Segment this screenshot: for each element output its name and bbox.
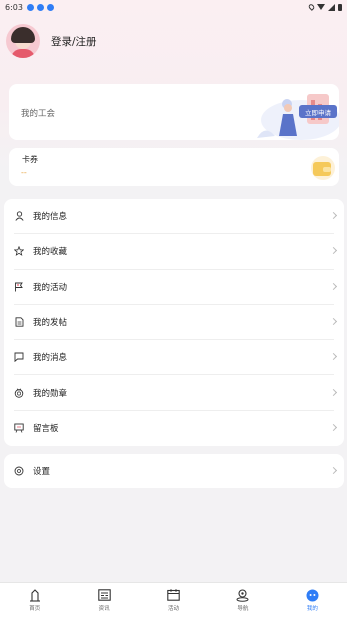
menu-item-label: 我的信息 [33, 212, 68, 223]
chevron-right-icon [329, 282, 338, 290]
settings-icon [14, 466, 24, 476]
medal-icon [14, 388, 24, 398]
menu-item-label: 留言板 [33, 424, 59, 435]
menu-item-favorites[interactable]: 我的收藏 [14, 234, 338, 270]
union-card-title: 我的工会 [21, 109, 56, 119]
chevron-right-icon [329, 212, 338, 220]
flag-icon [14, 282, 24, 292]
chevron-right-icon [329, 247, 338, 255]
notification-icon [26, 3, 34, 11]
tab-mine[interactable]: 我的 [278, 583, 347, 617]
chevron-right-icon [329, 466, 338, 475]
menu-item-message-board[interactable]: 留言板 [14, 411, 338, 446]
message-icon [14, 352, 24, 363]
tab-label: 首页 [29, 606, 41, 612]
profile-header[interactable]: 登录/注册 [6, 24, 97, 58]
notification-icon [36, 3, 44, 11]
location-status-icon [307, 3, 316, 11]
location-icon [236, 588, 250, 602]
board-icon [14, 423, 24, 434]
notification-icon [46, 3, 54, 11]
status-bar: 6:03 [0, 0, 347, 14]
tab-news[interactable]: 资讯 [69, 583, 138, 617]
tab-label: 资讯 [98, 606, 110, 612]
news-icon [97, 588, 111, 602]
menu-item-label: 我的消息 [33, 353, 68, 364]
tab-label: 活动 [168, 606, 180, 612]
union-card[interactable]: 我的工会 立即申请 [9, 84, 339, 140]
menu-item-posts[interactable]: 我的发帖 [14, 305, 338, 341]
profile-icon [305, 588, 319, 602]
tab-label: 我的 [306, 606, 318, 612]
menu-item-activities[interactable]: 我的活动 [14, 270, 338, 305]
chevron-right-icon [329, 353, 338, 361]
apply-now-button[interactable]: 立即申请 [299, 105, 337, 118]
chevron-right-icon [329, 317, 338, 326]
menu-item-label: 我的活动 [33, 282, 68, 293]
signal-icon [328, 3, 335, 11]
star-icon [14, 246, 24, 257]
tab-home[interactable]: 首页 [0, 583, 69, 617]
menu-item-label: 我的勋章 [33, 388, 68, 399]
tab-label: 导航 [237, 606, 249, 612]
menu-item-label: 我的发帖 [33, 318, 68, 329]
chevron-right-icon [329, 424, 338, 432]
wifi-icon [317, 4, 325, 10]
coupon-title: 卡券 [22, 155, 38, 164]
home-icon [28, 588, 42, 602]
tab-activities[interactable]: 活动 [139, 583, 208, 617]
calendar-icon [167, 588, 181, 602]
settings-row[interactable]: 设置 [4, 454, 344, 488]
menu-item-label: 我的收藏 [33, 247, 68, 258]
user-icon [14, 211, 24, 221]
coupon-card[interactable]: 卡券 -- [9, 148, 339, 186]
avatar[interactable] [6, 24, 40, 58]
settings-label: 设置 [33, 467, 51, 477]
menu-list: 我的信息 我的收藏 我的活动 我的发帖 我的消息 我的勋章 留言板 [4, 199, 344, 446]
bottom-tab-bar: 首页 资讯 活动 导航 我的 [0, 582, 347, 617]
login-register-link[interactable]: 登录/注册 [51, 34, 97, 49]
tab-navigation[interactable]: 导航 [208, 583, 277, 617]
document-icon [14, 317, 24, 327]
coupon-value: -- [21, 168, 27, 177]
battery-icon [338, 3, 342, 11]
wallet-icon [311, 156, 335, 180]
menu-item-medals[interactable]: 我的勋章 [14, 375, 338, 411]
menu-item-my-info[interactable]: 我的信息 [14, 199, 338, 235]
chevron-right-icon [329, 388, 338, 396]
status-time: 6:03 [5, 2, 23, 12]
menu-item-messages[interactable]: 我的消息 [14, 340, 338, 376]
